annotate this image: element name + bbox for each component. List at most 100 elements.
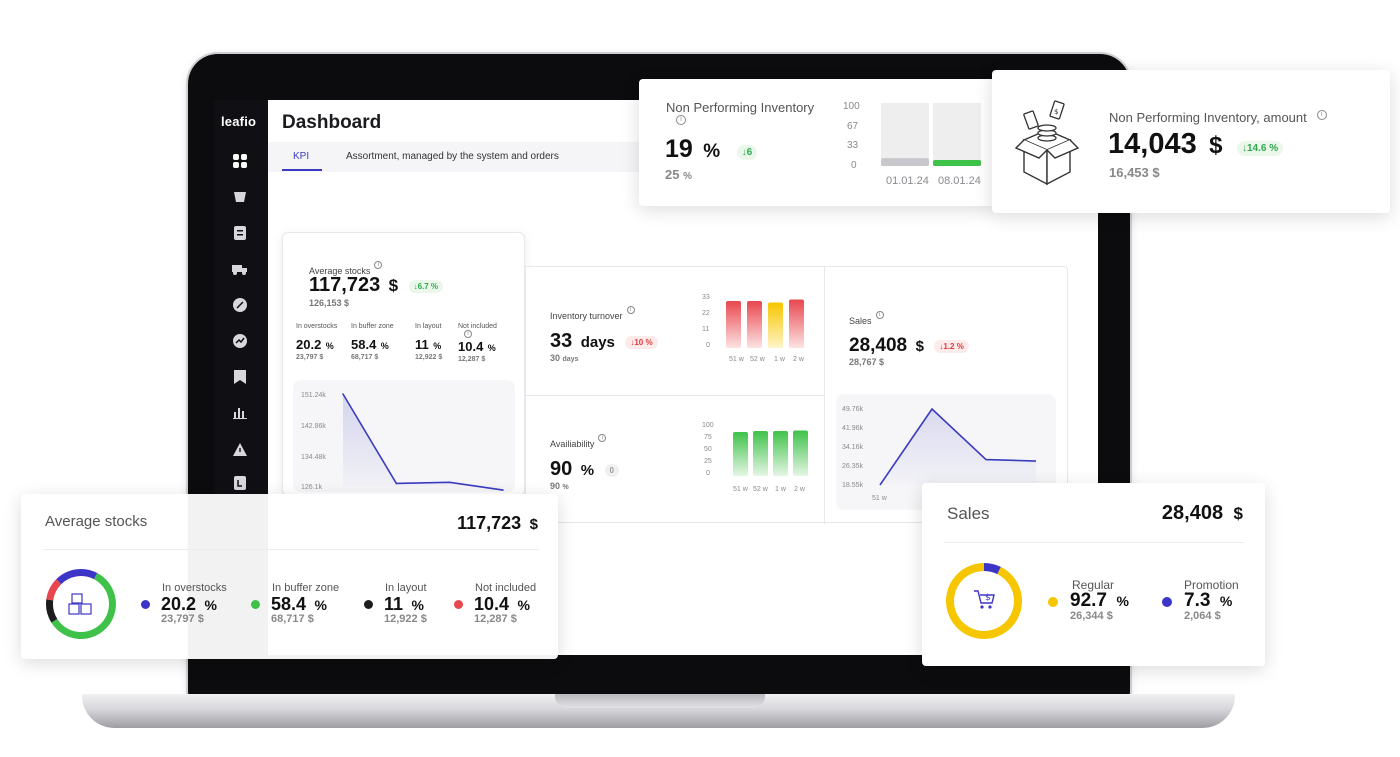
legend-amount-unit: $ (1106, 610, 1113, 622)
sales-block: Salesi 28,408 $ ↓1.2 % 28,767 $ (849, 311, 969, 367)
legend-label: In layout (385, 582, 427, 594)
breakdown-label: In overstocks (296, 323, 338, 330)
donut-slice (46, 579, 62, 601)
legend-amount: 26,344 (1070, 610, 1104, 622)
average-stocks-chart: 151.24k 142.86k 134.48k 126.1k (293, 380, 515, 492)
shopping-cart-icon: $ (972, 587, 998, 613)
info-icon[interactable]: i (464, 330, 472, 338)
info-icon[interactable]: i (374, 261, 383, 269)
previous-unit: $ (1152, 165, 1160, 180)
laptop-notch (555, 694, 765, 708)
previous-unit: % (562, 484, 569, 491)
legend-amount-unit: $ (510, 613, 517, 625)
panel-value: 117,723 (309, 274, 381, 296)
divider (944, 542, 1244, 543)
dashboard-icon[interactable] (231, 152, 249, 170)
card-unit: $ (1209, 132, 1223, 159)
tab-kpi[interactable]: KPI (293, 151, 309, 162)
legend-amount: 12,922 (384, 613, 418, 625)
breakdown-unit: % (380, 341, 389, 351)
breakdown-label: In layout (415, 323, 442, 330)
x-tick: 52 w (750, 356, 765, 363)
legend-value: 58.4 (271, 594, 307, 614)
card-value: 14,043 (1108, 128, 1197, 160)
breakdown-unit: % (433, 341, 442, 351)
breakdown-value: 10.4 (458, 339, 484, 354)
legend-dot (1048, 597, 1058, 607)
donut-slice (46, 599, 58, 623)
truck-icon[interactable] (231, 260, 249, 278)
availability-bars (733, 430, 808, 476)
bar (768, 302, 783, 348)
cup-icon[interactable] (231, 188, 249, 206)
bar (933, 160, 981, 166)
donut-slice (983, 563, 1001, 575)
svg-text:$: $ (985, 593, 991, 603)
file-icon[interactable] (231, 474, 249, 492)
legend-unit: % (517, 597, 530, 613)
legend-label: In overstocks (162, 582, 227, 594)
money-box-icon: $ (1012, 100, 1082, 190)
legend-label: Not included (475, 582, 537, 594)
average-stocks-line (342, 393, 504, 491)
breakdown-amount: 12,287 (458, 356, 480, 363)
info-icon[interactable]: i (626, 306, 635, 314)
panel-unit: $ (388, 276, 399, 295)
delta-badge: ↓14.6 % (1236, 141, 1284, 157)
breakdown-unit: % (487, 343, 496, 353)
document-icon[interactable] (231, 224, 249, 242)
turnover-bar-chart: 33 22 11 0 51 w 52 w 1 w 2 w (698, 294, 818, 366)
divider (43, 549, 539, 550)
card-value: 28,408 (1161, 502, 1224, 524)
warning-icon[interactable] (231, 440, 249, 458)
bar-track (881, 103, 929, 166)
availability-bar-chart: 100 75 50 25 0 51 w 52 w 1 w 2 w (698, 422, 818, 494)
bar (881, 158, 929, 166)
delta-badge: ↓6.7 % (408, 280, 444, 294)
delta-badge: 0 (604, 464, 619, 478)
x-tick: 52 w (753, 486, 768, 493)
panel-value: 28,408 (849, 335, 908, 356)
npi-bar-chart: 100 67 33 0 01.01.24 08.01.24 (835, 99, 995, 205)
tab-assortment[interactable]: Assortment, managed by the system and or… (346, 151, 559, 162)
delta-badge: ↓1.2 % (934, 340, 969, 354)
legend-unit: % (411, 597, 424, 613)
breakdown-value: 20.2 (296, 337, 322, 352)
info-icon[interactable]: i (598, 434, 607, 442)
discount-icon[interactable] (231, 296, 249, 314)
legend-amount-unit: $ (197, 613, 204, 625)
info-icon[interactable]: i (1316, 110, 1327, 120)
breakdown-amount: 68,717 (351, 354, 373, 361)
donut-slice (56, 569, 98, 585)
card-value: 117,723 (457, 513, 522, 533)
bookmark-icon[interactable] (231, 368, 249, 386)
legend-label: In buffer zone (272, 582, 340, 594)
legend-amount: 2,064 (1184, 610, 1212, 622)
sales-card: Sales 28,408 $ $ Regular 92.7 % 26,344 $… (922, 483, 1265, 666)
x-tick: 2 w (793, 356, 804, 363)
legend-value: 10.4 (474, 594, 510, 614)
legend-amount-unit: $ (1214, 610, 1221, 622)
previous-unit: % (683, 171, 692, 182)
svg-text:$: $ (1054, 108, 1058, 116)
info-icon[interactable]: i (676, 115, 686, 125)
app-logo[interactable]: leafio (221, 114, 256, 129)
legend-value: 11 (384, 594, 404, 614)
analytics-icon[interactable] (231, 332, 249, 350)
x-tick: 1 w (775, 486, 786, 493)
legend-unit: % (1116, 593, 1129, 609)
delta-badge: ↓6 (736, 145, 758, 161)
info-icon[interactable]: i (875, 311, 884, 319)
availability-block: Availiabilityi 90 % 0 90 % (550, 434, 619, 491)
card-unit: $ (529, 516, 538, 533)
previous-value: 30 (550, 353, 561, 363)
boxes-icon (68, 591, 94, 617)
bar-chart-icon[interactable] (231, 404, 249, 422)
x-tick: 51 w (729, 356, 744, 363)
breakdown-value: 11 (415, 337, 429, 352)
x-tick: 1 w (774, 356, 785, 363)
page-title: Dashboard (282, 112, 382, 133)
average-stocks-panel: Average stocksi 117,723 $ ↓6.7 % 126,153… (282, 232, 525, 496)
panel-label: Inventory turnover (550, 311, 623, 321)
npi-amount-card: $ Non Performing Inventory, amount i 14,0… (992, 70, 1390, 213)
